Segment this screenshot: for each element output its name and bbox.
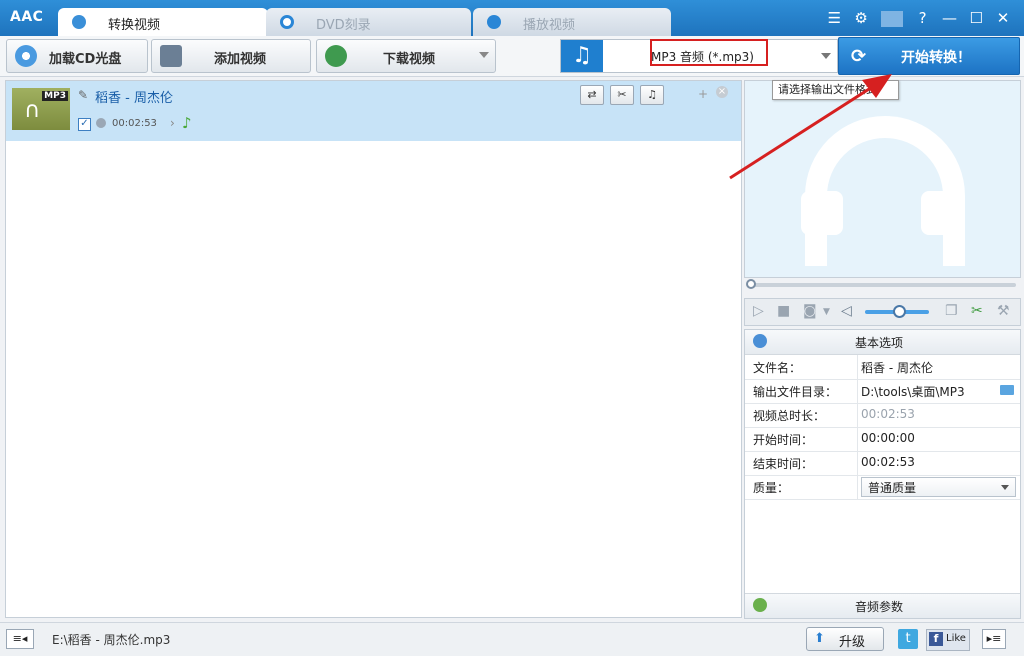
annotation-arrow: [729, 74, 892, 180]
annotation-arrow-head: [862, 74, 892, 98]
annotation-arrow-line: [729, 80, 881, 180]
